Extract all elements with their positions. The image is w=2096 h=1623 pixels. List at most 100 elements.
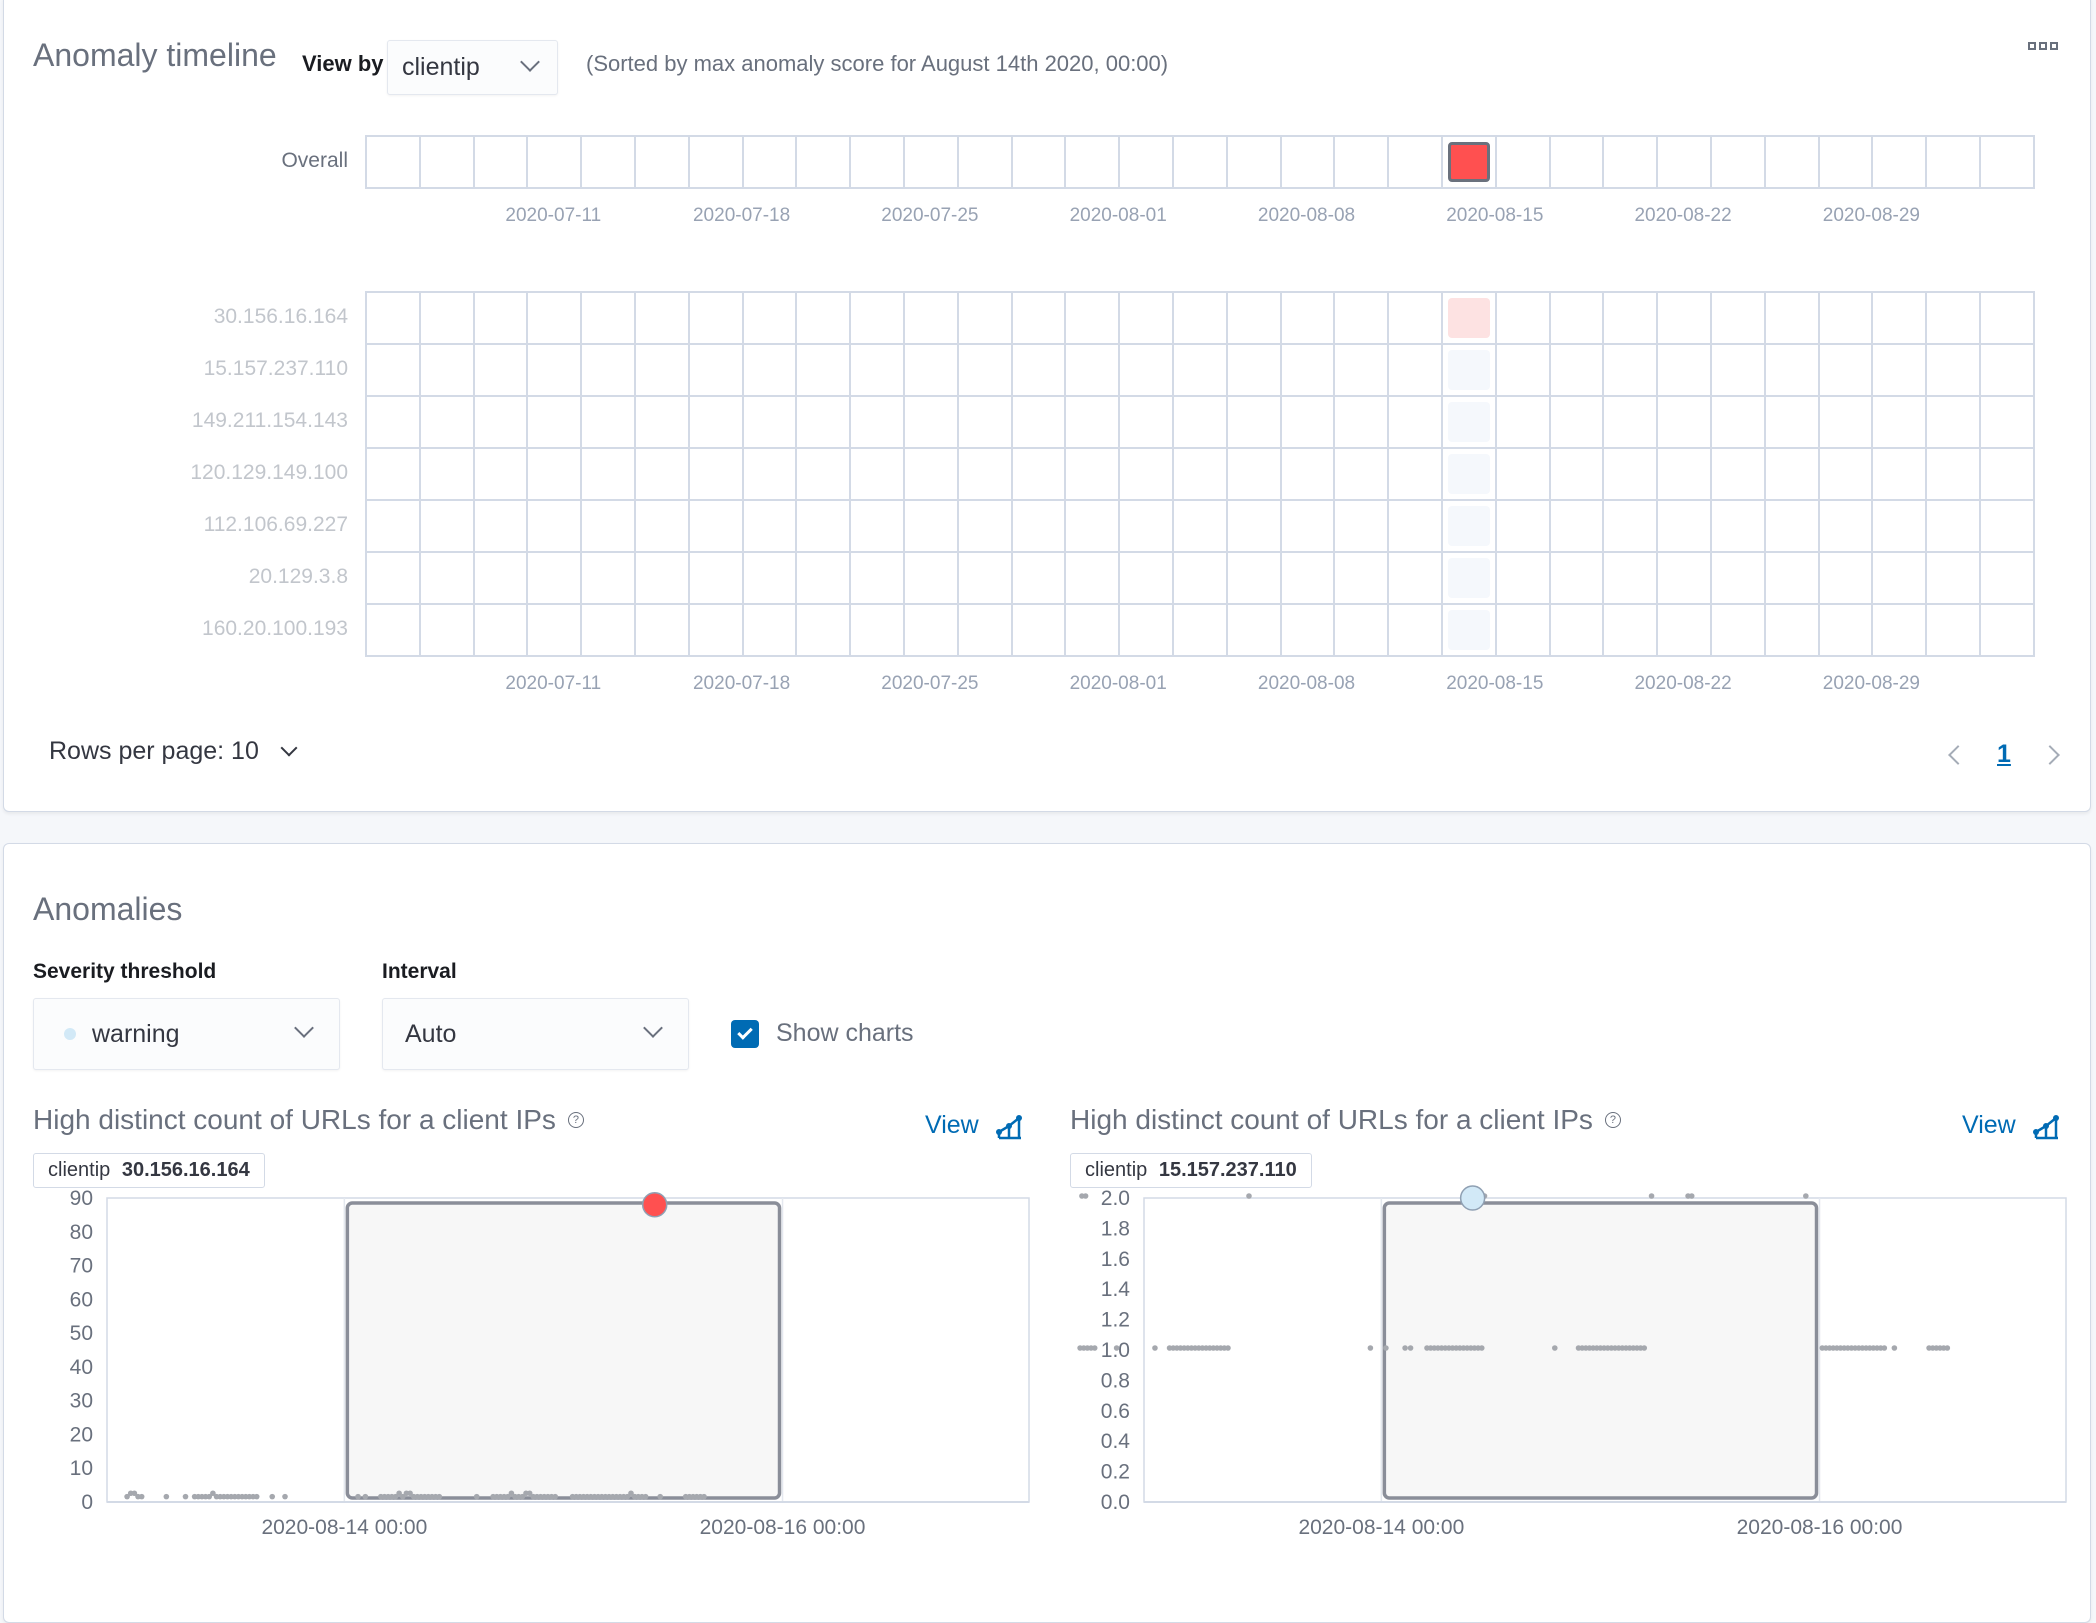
swimlane-cell[interactable] — [905, 449, 959, 501]
swimlane-cell[interactable] — [1335, 605, 1390, 657]
swimlane-cell[interactable] — [1389, 605, 1443, 657]
swimlane-cell[interactable] — [367, 137, 421, 189]
swimlane-cell[interactable] — [1281, 449, 1336, 501]
swimlane-cell[interactable] — [367, 397, 421, 449]
swimlane-cell[interactable] — [1819, 345, 1874, 397]
swimlane-cell[interactable] — [1604, 137, 1659, 189]
swimlane-cell[interactable] — [1927, 449, 1981, 501]
swimlane-cell[interactable] — [1012, 397, 1067, 449]
swimlane-cell[interactable] — [743, 345, 798, 397]
swimlane-cell[interactable] — [1012, 605, 1067, 657]
swimlane-cell[interactable] — [1335, 553, 1390, 605]
view-by-select[interactable]: clientip — [387, 40, 558, 95]
swimlane-cell[interactable] — [528, 397, 583, 449]
swimlane-cell[interactable] — [1496, 293, 1551, 345]
swimlane-cell[interactable] — [1658, 137, 1712, 189]
swimlane-cell[interactable] — [1873, 345, 1928, 397]
swimlane-cell[interactable] — [797, 293, 852, 345]
swimlane-cell[interactable] — [1443, 501, 1497, 553]
swimlane-row-label[interactable]: 30.156.16.164 — [48, 305, 348, 329]
swimlane-cell[interactable] — [1174, 345, 1228, 397]
swimlane-cell[interactable] — [367, 553, 421, 605]
swimlane-cell[interactable] — [1712, 553, 1766, 605]
swimlane-cell[interactable] — [1389, 397, 1443, 449]
swimlane-row-label[interactable]: 112.106.69.227 — [48, 513, 348, 537]
swimlane-cell[interactable] — [1550, 605, 1605, 657]
swimlane-cell[interactable] — [420, 137, 475, 189]
swimlane-cell[interactable] — [958, 449, 1013, 501]
swimlane-cell[interactable] — [420, 605, 475, 657]
swimlane-cell[interactable] — [1712, 605, 1766, 657]
swimlane-cell[interactable] — [905, 605, 959, 657]
swimlane-cell[interactable] — [1281, 345, 1336, 397]
swimlane-cell[interactable] — [851, 501, 905, 553]
swimlane-cell[interactable] — [1819, 605, 1874, 657]
swimlane-cell[interactable] — [1550, 345, 1605, 397]
swimlane-cell[interactable] — [1227, 345, 1282, 397]
swimlane-cell[interactable] — [1819, 397, 1874, 449]
swimlane-cell[interactable] — [1550, 501, 1605, 553]
swimlane-cell[interactable] — [1658, 293, 1712, 345]
swimlane-cell[interactable] — [1496, 553, 1551, 605]
swimlane-cell[interactable] — [1066, 293, 1121, 345]
swimlane-cell[interactable] — [1012, 553, 1067, 605]
swimlane-cell[interactable] — [1658, 605, 1712, 657]
swimlane-cell[interactable] — [1443, 345, 1497, 397]
swimlane-cell[interactable] — [1443, 449, 1497, 501]
swimlane-cell[interactable] — [743, 137, 798, 189]
swimlane-cell[interactable] — [1389, 345, 1443, 397]
swimlane-cell[interactable] — [1765, 605, 1820, 657]
swimlane-cell[interactable] — [743, 553, 798, 605]
swimlane-cell[interactable] — [1281, 553, 1336, 605]
swimlane-cell[interactable] — [474, 501, 529, 553]
swimlane-cell[interactable] — [851, 553, 905, 605]
swimlane-cell[interactable] — [1443, 605, 1497, 657]
swimlane-cell[interactable] — [1765, 553, 1820, 605]
swimlane-cell[interactable] — [367, 501, 421, 553]
swimlane-cell[interactable] — [582, 137, 636, 189]
swimlane-cell[interactable] — [528, 345, 583, 397]
swimlane-cell[interactable] — [905, 553, 959, 605]
swimlane-cell[interactable] — [1227, 605, 1282, 657]
swimlane-cell[interactable] — [1981, 501, 2035, 553]
swimlane-cell[interactable] — [367, 345, 421, 397]
swimlane-row-label[interactable]: 15.157.237.110 — [48, 357, 348, 381]
swimlane-cell[interactable] — [851, 345, 905, 397]
swimlane-cell[interactable] — [1496, 501, 1551, 553]
swimlane-cell[interactable] — [743, 449, 798, 501]
swimlane-cell[interactable] — [1281, 397, 1336, 449]
swimlane-cell[interactable] — [797, 553, 852, 605]
swimlane-cell[interactable] — [689, 397, 744, 449]
swimlane-cell[interactable] — [528, 605, 583, 657]
swimlane-cell[interactable] — [420, 345, 475, 397]
swimlane-cell[interactable] — [1496, 345, 1551, 397]
swimlane-cell[interactable] — [1550, 397, 1605, 449]
view-link[interactable]: View — [1962, 1111, 2060, 1140]
swimlane-cell[interactable] — [1120, 449, 1174, 501]
swimlane-cell[interactable] — [420, 553, 475, 605]
page-number[interactable]: 1 — [1997, 740, 2011, 769]
swimlane-cell[interactable] — [1066, 449, 1121, 501]
swimlane-cell[interactable] — [851, 293, 905, 345]
swimlane-cell[interactable] — [1120, 501, 1174, 553]
swimlane-cell[interactable] — [1927, 605, 1981, 657]
swimlane-cell[interactable] — [958, 397, 1013, 449]
swimlane-cell[interactable] — [1981, 397, 2035, 449]
swimlane-cell[interactable] — [420, 397, 475, 449]
swimlane-cell[interactable] — [1012, 137, 1067, 189]
swimlane-cell[interactable] — [1389, 449, 1443, 501]
swimlane-row-label[interactable]: 20.129.3.8 — [48, 565, 348, 589]
swimlane-cell[interactable] — [1227, 449, 1282, 501]
swimlane-cell[interactable] — [1335, 397, 1390, 449]
swimlane-cell[interactable] — [1981, 553, 2035, 605]
swimlane-cell[interactable] — [1604, 605, 1659, 657]
swimlane-row-label[interactable]: Overall — [48, 149, 348, 173]
swimlane-cell[interactable] — [636, 397, 690, 449]
swimlane-cell[interactable] — [689, 605, 744, 657]
swimlane-cell[interactable] — [1604, 449, 1659, 501]
swimlane-cell[interactable] — [1712, 293, 1766, 345]
swimlane-cell[interactable] — [958, 553, 1013, 605]
swimlane-cell[interactable] — [1765, 449, 1820, 501]
rows-per-page-select[interactable]: Rows per page: 10 — [49, 737, 298, 766]
swimlane-cell[interactable] — [1335, 345, 1390, 397]
